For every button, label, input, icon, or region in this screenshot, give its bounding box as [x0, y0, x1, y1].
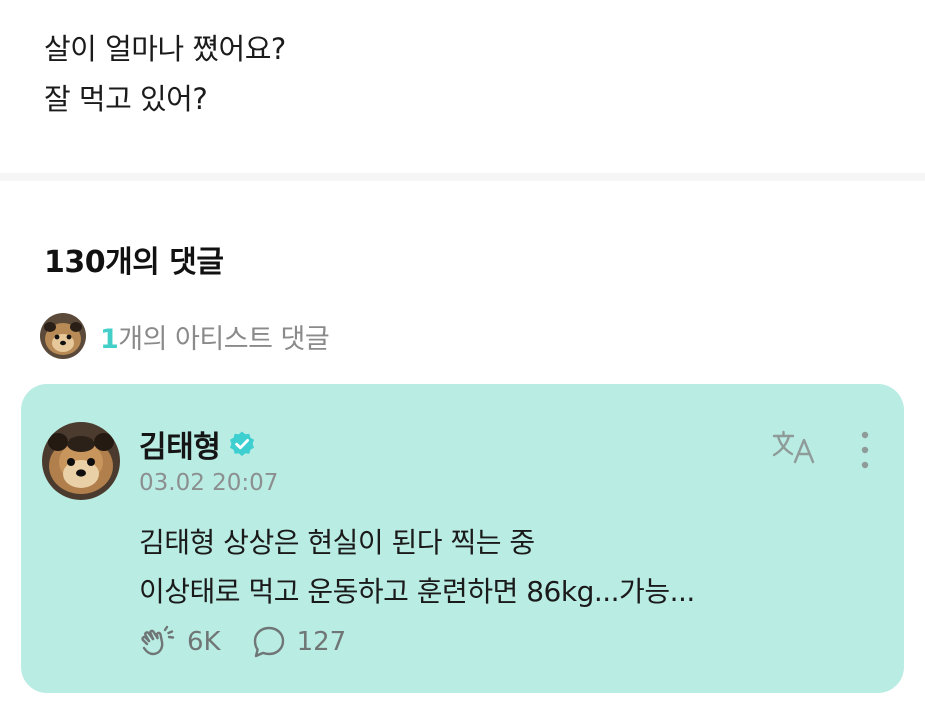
- artist-comments-filter[interactable]: 1개의 아티스트 댓글: [40, 312, 330, 360]
- artist-comments-count: 1: [100, 323, 119, 355]
- artist-comments-text: 개의 아티스트 댓글: [118, 323, 330, 355]
- comment-line-1: 김태형 상상은 현실이 된다 찍는 중: [139, 526, 535, 559]
- comments-count-title: 130개의 댓글: [44, 245, 224, 280]
- comment-author[interactable]: 김태형: [139, 422, 256, 466]
- applause-icon: [141, 625, 175, 656]
- more-vertical-icon[interactable]: [853, 430, 877, 470]
- reply-button[interactable]: 127: [251, 624, 347, 660]
- artist-comment-card: 김태형 03.02 20:07 김태형 상상은 현실이 된다 찍는 중 이상태로…: [21, 384, 904, 693]
- like-count: 6K: [187, 627, 221, 657]
- comment-author-avatar[interactable]: [42, 422, 120, 500]
- post-line-1: 살이 얼마나 쪘어요?: [44, 32, 286, 66]
- like-button[interactable]: 6K: [139, 624, 221, 660]
- artist-comments-label: 1개의 아티스트 댓글: [100, 317, 330, 356]
- verified-badge-icon: [230, 431, 255, 457]
- comment-actions: 6K 127: [139, 622, 376, 662]
- section-divider: [0, 173, 925, 181]
- comment-line-2: 이상태로 먹고 운동하고 훈련하면 86kg...가능...: [139, 575, 695, 608]
- comment-body: 김태형 상상은 현실이 된다 찍는 중 이상태로 먹고 운동하고 훈련하면 86…: [139, 518, 695, 616]
- artist-avatar: [40, 313, 86, 359]
- post-line-2: 잘 먹고 있어?: [44, 82, 208, 116]
- post-content: 살이 얼마나 쪘어요? 잘 먹고 있어?: [44, 24, 286, 124]
- comment-timestamp: 03.02 20:07: [139, 470, 279, 496]
- comment-author-name[interactable]: 김태형: [139, 422, 221, 466]
- reply-count: 127: [296, 627, 347, 657]
- translate-icon[interactable]: [771, 428, 817, 466]
- speech-bubble-icon: [253, 626, 284, 658]
